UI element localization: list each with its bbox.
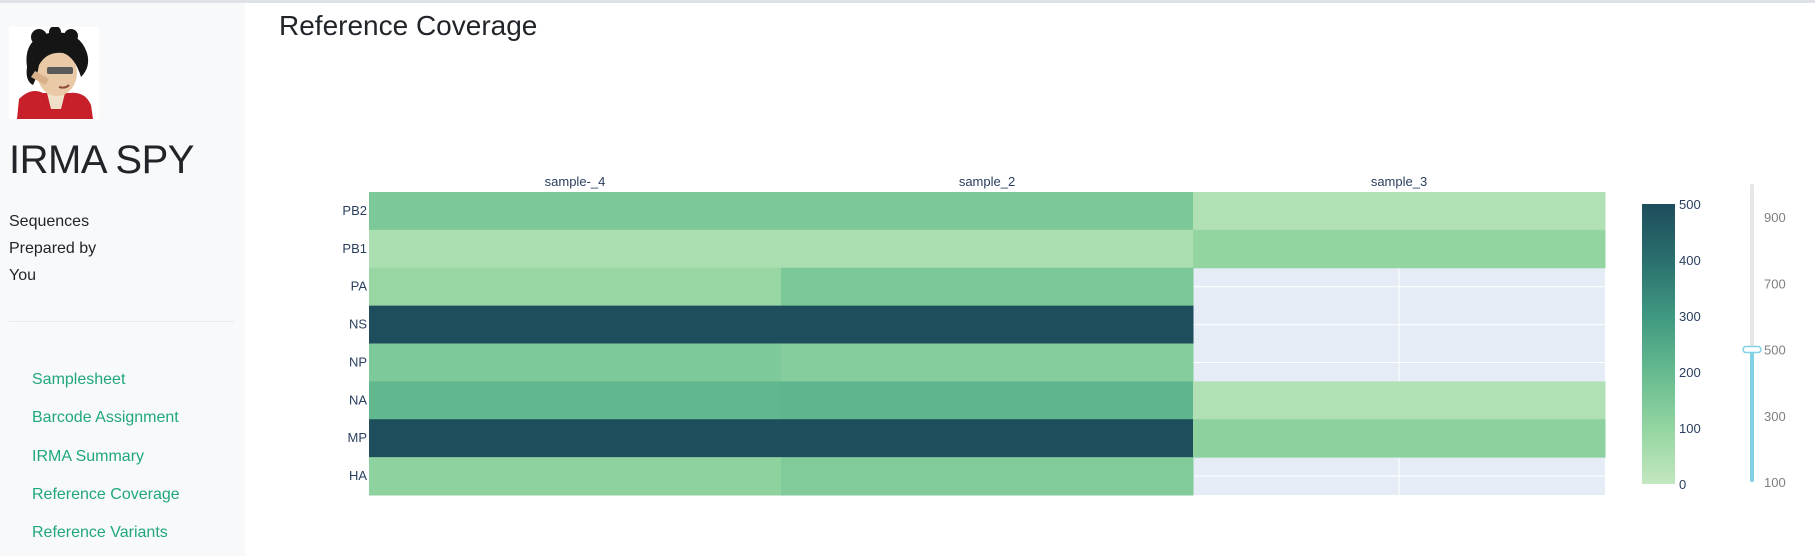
heatmap-cell[interactable] (781, 305, 1194, 344)
heatmap-cell[interactable] (781, 343, 1194, 382)
heatmap-cell[interactable] (781, 192, 1194, 231)
heatmap-cell[interactable] (369, 419, 782, 458)
y-tick-label: PA (351, 279, 368, 294)
heatmap-cell[interactable] (369, 343, 782, 382)
colorbar-tick-label: 500 (1679, 197, 1701, 212)
colorbar-tick-label: 200 (1679, 365, 1701, 380)
heatmap-cell[interactable] (369, 305, 782, 344)
x-tick-label: sample_3 (1371, 174, 1427, 189)
slider-handle[interactable] (1742, 345, 1762, 354)
slider-track-active (1750, 349, 1754, 482)
x-axis-labels: sample-_4 sample_2 sample_3 (545, 174, 1428, 189)
slider-tick-label: 300 (1764, 409, 1786, 424)
heatmap-cell[interactable] (781, 457, 1194, 496)
colorbar-tick-label: 100 (1679, 421, 1701, 436)
slider-tick-label: 700 (1764, 276, 1786, 291)
heatmap-cell[interactable] (781, 229, 1194, 269)
y-tick-label: PB2 (342, 203, 367, 218)
range-slider[interactable]: 100 300 500 700 900 (1742, 184, 1786, 490)
colorbar-ticks: 0 100 200 300 400 500 (1679, 197, 1701, 492)
heatmap-cell[interactable] (1193, 192, 1606, 231)
coverage-heatmap: sample-_4 sample_2 sample_3 PB2 PB1 PA NS NP NA… (342, 174, 1786, 496)
colorbar-tick-label: 300 (1679, 309, 1701, 324)
heatmap-cell[interactable] (1193, 229, 1606, 269)
heatmap-cell[interactable] (781, 419, 1194, 458)
slider-tick-label: 900 (1764, 210, 1786, 225)
y-tick-label: PB1 (342, 241, 367, 256)
heatmap-cell[interactable] (781, 267, 1194, 307)
y-axis-labels: PB2 PB1 PA NS NP NA MP HA (342, 203, 367, 483)
heatmap-cell[interactable] (369, 267, 782, 307)
slider-tick-label: 100 (1764, 475, 1786, 490)
colorbar-tick-label: 400 (1679, 253, 1701, 268)
x-tick-label: sample-_4 (545, 174, 606, 189)
heatmap-cell[interactable] (1193, 381, 1606, 420)
slider-tick-label: 500 (1764, 343, 1786, 358)
colorbar (1642, 204, 1675, 484)
heatmap-cell[interactable] (369, 381, 782, 420)
heatmap-cell[interactable] (1193, 419, 1606, 458)
heatmap-cell[interactable] (369, 192, 782, 231)
colorbar-tick-label: 0 (1679, 477, 1686, 492)
y-tick-label: MP (348, 430, 368, 445)
heatmap-cell[interactable] (781, 381, 1194, 420)
y-tick-label: HA (349, 468, 367, 483)
y-tick-label: NA (349, 392, 367, 407)
heatmap-cell[interactable] (369, 229, 782, 269)
x-tick-label: sample_2 (959, 174, 1015, 189)
y-tick-label: NP (349, 354, 367, 369)
y-tick-label: NS (349, 317, 367, 332)
heatmap-cell[interactable] (369, 457, 782, 496)
